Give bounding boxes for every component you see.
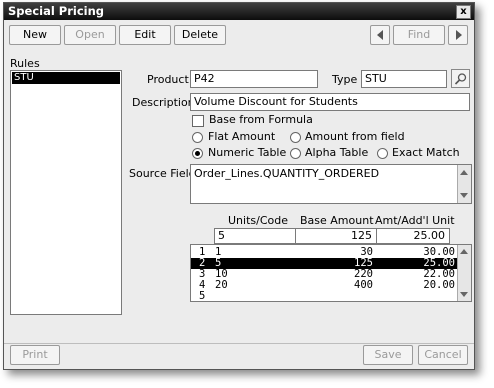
cancel-button[interactable]: Cancel	[418, 345, 468, 365]
table-row[interactable]: 3 10 220 22.00	[191, 269, 457, 280]
title-bar: Special Pricing x	[4, 3, 474, 20]
exact-match-label: Exact Match	[392, 146, 460, 159]
new-button[interactable]: New	[9, 25, 61, 45]
rules-list-item[interactable]: STU	[12, 72, 120, 84]
footer-divider	[4, 343, 474, 344]
units-code-edit-field[interactable]: 5	[214, 228, 296, 244]
close-button[interactable]: x	[456, 5, 471, 19]
pricing-table-scrollbar[interactable]	[457, 245, 471, 301]
type-label: Type	[332, 73, 358, 86]
product-label: Product	[147, 73, 189, 86]
row-number: 5	[199, 290, 206, 302]
scroll-down-icon	[460, 193, 468, 198]
exact-match-radio[interactable]	[377, 148, 388, 159]
amount-from-field-label: Amount from field	[305, 130, 405, 143]
amt-addl-unit-cell: 20.00	[423, 279, 455, 291]
print-button[interactable]: Print	[10, 345, 60, 365]
rules-label: Rules	[10, 57, 40, 70]
table-row[interactable]: 4 20 400 20.00	[191, 280, 457, 291]
base-amount-cell: 400	[354, 279, 373, 291]
flat-amount-label: Flat Amount	[208, 130, 276, 143]
window-title: Special Pricing	[8, 4, 104, 18]
special-pricing-window: Special Pricing x New Open Edit Delete F…	[3, 2, 475, 370]
right-arrow-icon	[456, 30, 462, 40]
rules-list[interactable]: STU	[10, 70, 122, 315]
base-amount-edit-field[interactable]: 125	[295, 228, 377, 244]
units-code-header: Units/Code	[228, 214, 288, 227]
previous-button[interactable]	[370, 25, 390, 45]
radio-selected-dot	[195, 151, 200, 156]
alpha-table-radio[interactable]	[290, 148, 301, 159]
numeric-table-label: Numeric Table	[208, 146, 287, 159]
amt-addl-unit-edit-field[interactable]: 25.00	[376, 228, 450, 244]
numeric-table-radio[interactable]	[192, 148, 203, 159]
amount-from-field-radio[interactable]	[290, 132, 301, 143]
scroll-up-icon	[460, 170, 468, 175]
left-arrow-icon	[377, 30, 383, 40]
open-button[interactable]: Open	[64, 25, 116, 45]
units-code-cell: 20	[215, 279, 228, 291]
source-field-textarea[interactable]: Order_Lines.QUANTITY_ORDERED	[190, 164, 472, 204]
find-button[interactable]: Find	[393, 25, 445, 45]
table-row[interactable]: 2 5 125 25.00	[191, 258, 457, 269]
magnifier-icon	[454, 73, 467, 85]
next-button[interactable]	[448, 25, 468, 45]
scroll-down-icon	[460, 292, 468, 297]
edit-button[interactable]: Edit	[119, 25, 171, 45]
base-amount-header: Base Amount	[300, 214, 374, 227]
scroll-up-icon	[460, 249, 468, 254]
source-field-value: Order_Lines.QUANTITY_ORDERED	[194, 167, 380, 180]
base-from-formula-checkbox[interactable]	[192, 115, 204, 127]
amt-addl-unit-header: Amt/Add'l Unit	[375, 214, 455, 227]
flat-amount-radio[interactable]	[192, 132, 203, 143]
lookup-button[interactable]	[451, 69, 470, 88]
source-field-scrollbar[interactable]	[457, 165, 471, 203]
base-from-formula-label: Base from Formula	[209, 113, 313, 126]
pricing-table[interactable]: 1 1 30 30.00 2 5 125 25.00 3 10 220 22.00 4 20 400 20.0…	[190, 244, 472, 302]
alpha-table-label: Alpha Table	[305, 146, 369, 159]
source-field-label: Source Field	[129, 167, 196, 180]
type-field[interactable]: STU	[361, 70, 447, 88]
description-field[interactable]: Volume Discount for Students	[190, 93, 470, 111]
delete-button[interactable]: Delete	[174, 25, 226, 45]
table-row[interactable]: 5	[191, 291, 457, 302]
description-label: Description	[132, 96, 195, 109]
product-field[interactable]: P42	[190, 70, 318, 88]
save-button[interactable]: Save	[363, 345, 413, 365]
table-row[interactable]: 1 1 30 30.00	[191, 247, 457, 258]
